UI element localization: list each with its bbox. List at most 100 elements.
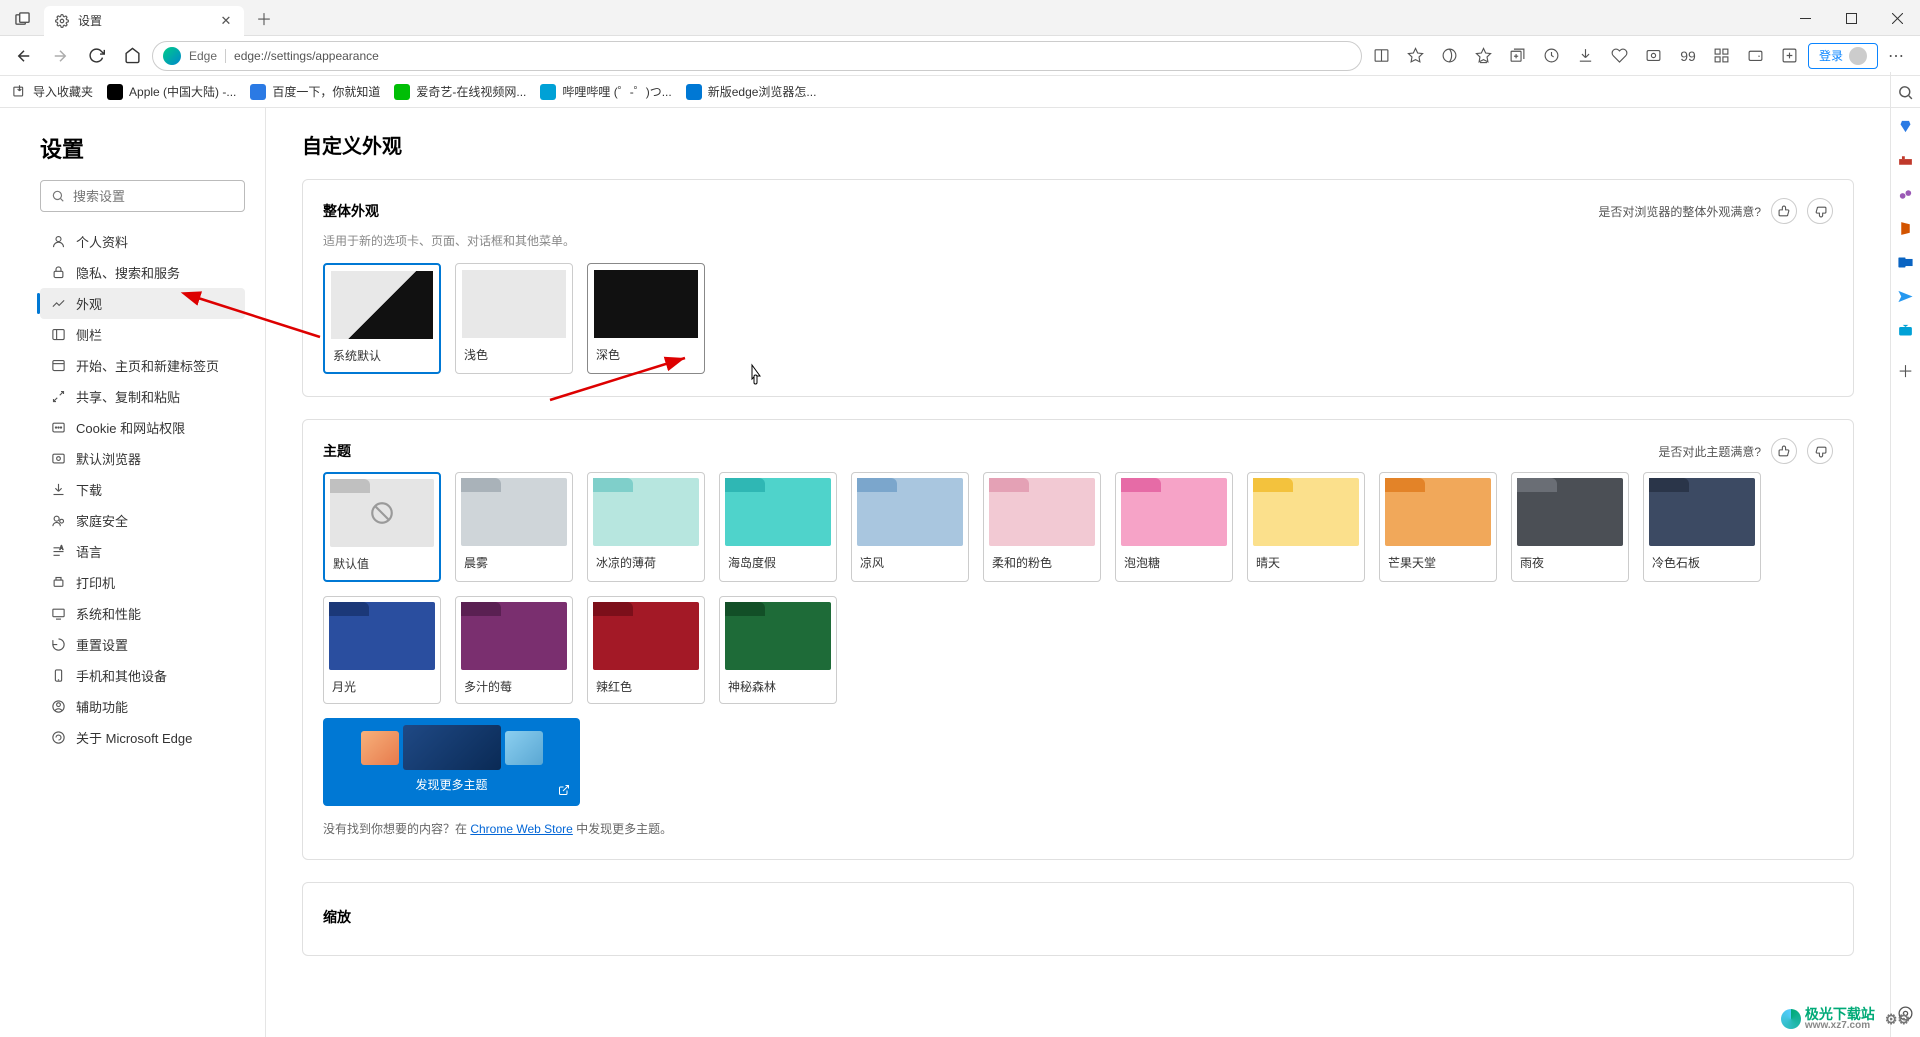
theme-option[interactable]: 柔和的粉色 [983,472,1101,582]
login-button[interactable]: 登录 [1808,43,1878,69]
settings-nav-item[interactable]: 手机和其他设备 [40,660,245,691]
chrome-web-store-link[interactable]: Chrome Web Store [470,822,573,836]
downloads-icon[interactable] [1570,40,1602,72]
theme-option[interactable]: 泡泡糖 [1115,472,1233,582]
settings-nav-item[interactable]: 家庭安全 [40,505,245,536]
theme-option[interactable]: 晨雾 [455,472,573,582]
history-icon[interactable] [1536,40,1568,72]
address-bar[interactable]: Edge edge://settings/appearance [152,41,1362,71]
collections-icon[interactable] [1502,40,1534,72]
theme-option[interactable]: 海岛度假 [719,472,837,582]
theme-option[interactable]: 凉风 [851,472,969,582]
theme-option[interactable]: 默认值 [323,472,441,582]
settings-nav-item[interactable]: 共享、复制和粘贴 [40,381,245,412]
video-icon[interactable] [1896,320,1916,340]
thumbs-up-button[interactable] [1771,438,1797,464]
gear-icon [54,13,70,29]
search-icon[interactable] [1896,82,1916,102]
performance-icon[interactable] [1604,40,1636,72]
settings-nav-item[interactable]: A语言 [40,536,245,567]
outlook-icon[interactable] [1896,252,1916,272]
bookmark-item[interactable]: 哔哩哔哩 (゜-゜)つ... [540,83,671,100]
theme-option[interactable]: 神秘森林 [719,596,837,704]
settings-nav-item[interactable]: 默认浏览器 [40,443,245,474]
screenshot-icon[interactable] [1638,40,1670,72]
bookmark-item[interactable]: 百度一下，你就知道 [250,83,380,100]
extensions-icon[interactable] [1706,40,1738,72]
theme-label: 辣红色 [588,670,704,703]
settings-nav-item[interactable]: 隐私、搜索和服务 [40,257,245,288]
bookmark-label: 哔哩哔哩 (゜-゜)つ... [562,83,671,100]
watermark: 极光下载站 www.xz7.com ⚙⚙ [1781,1007,1910,1031]
appearance-preview [594,270,698,338]
close-tab-icon[interactable]: ✕ [218,13,234,29]
window-close-button[interactable] [1874,0,1920,36]
discover-more-themes-button[interactable]: 发现更多主题 [323,718,580,806]
theme-option[interactable]: 月光 [323,596,441,704]
bookmark-item[interactable]: 新版edge浏览器怎... [686,83,817,100]
apple-favicon [107,84,123,100]
theme-option[interactable]: 冰凉的薄荷 [587,472,705,582]
drop-icon[interactable] [1896,286,1916,306]
settings-nav-item[interactable]: Cookie 和网站权限 [40,412,245,443]
bookmark-item[interactable]: 爱奇艺-在线视频网... [394,83,526,100]
import-favorites-button[interactable]: 导入收藏夹 [12,83,93,100]
app-icon[interactable] [1774,40,1806,72]
thumbs-up-button[interactable] [1771,198,1797,224]
favorites-icon[interactable] [1468,40,1500,72]
theme-option[interactable]: 芒果天堂 [1379,472,1497,582]
theme-option[interactable]: 晴天 [1247,472,1365,582]
theme-option[interactable]: 冷色石板 [1643,472,1761,582]
thumbs-down-button[interactable] [1807,198,1833,224]
thumbs-down-button[interactable] [1807,438,1833,464]
office-icon[interactable] [1896,218,1916,238]
bookmark-item[interactable]: Apple (中国大陆) -... [107,83,236,100]
settings-nav-item[interactable]: 关于 Microsoft Edge [40,722,245,753]
settings-nav-item[interactable]: 外观 [40,288,245,319]
theme-label: 雨夜 [1512,546,1628,579]
window-minimize-button[interactable] [1782,0,1828,36]
settings-nav-item[interactable]: 系统和性能 [40,598,245,629]
settings-search-box[interactable] [40,180,245,212]
tools-icon[interactable] [1896,150,1916,170]
theme-preview [593,602,699,670]
nav-item-icon [50,513,66,529]
theme-preview [1121,478,1227,546]
settings-nav-item[interactable]: 打印机 [40,567,245,598]
window-maximize-button[interactable] [1828,0,1874,36]
new-tab-button[interactable]: ＋ [250,4,278,32]
split-icon[interactable] [1434,40,1466,72]
settings-nav-item[interactable]: 重置设置 [40,629,245,660]
iqiyi-favicon [394,84,410,100]
appearance-option[interactable]: 浅色 [455,263,573,374]
login-label: 登录 [1819,47,1843,64]
settings-search-input[interactable] [73,189,249,204]
add-sidebar-item-button[interactable]: ＋ [1896,360,1916,380]
tab-overview-icon[interactable] [8,6,36,34]
home-button[interactable] [116,40,148,72]
wallet-icon[interactable] [1740,40,1772,72]
settings-nav-item[interactable]: 下载 [40,474,245,505]
back-button[interactable] [8,40,40,72]
favorite-star-icon[interactable] [1400,40,1432,72]
games-icon[interactable] [1896,184,1916,204]
overall-title: 整体外观 [323,201,379,221]
browser-tab[interactable]: 设置 ✕ [44,6,244,36]
appearance-option[interactable]: 深色 [587,263,705,374]
theme-option[interactable]: 多汁的莓 [455,596,573,704]
watermark-logo-icon [1781,1009,1801,1029]
theme-label: 月光 [324,670,440,703]
appearance-option[interactable]: 系统默认 [323,263,441,374]
theme-option[interactable]: 雨夜 [1511,472,1629,582]
theme-option[interactable]: 辣红色 [587,596,705,704]
settings-nav-item[interactable]: 辅助功能 [40,691,245,722]
quote-icon[interactable]: 99 [1672,40,1704,72]
more-menu-button[interactable]: ⋯ [1880,40,1912,72]
baidu-favicon [250,84,266,100]
settings-nav-item[interactable]: 个人资料 [40,226,245,257]
reading-mode-icon[interactable] [1366,40,1398,72]
settings-nav-item[interactable]: 侧栏 [40,319,245,350]
shopping-icon[interactable] [1896,116,1916,136]
refresh-button[interactable] [80,40,112,72]
settings-nav-item[interactable]: 开始、主页和新建标签页 [40,350,245,381]
